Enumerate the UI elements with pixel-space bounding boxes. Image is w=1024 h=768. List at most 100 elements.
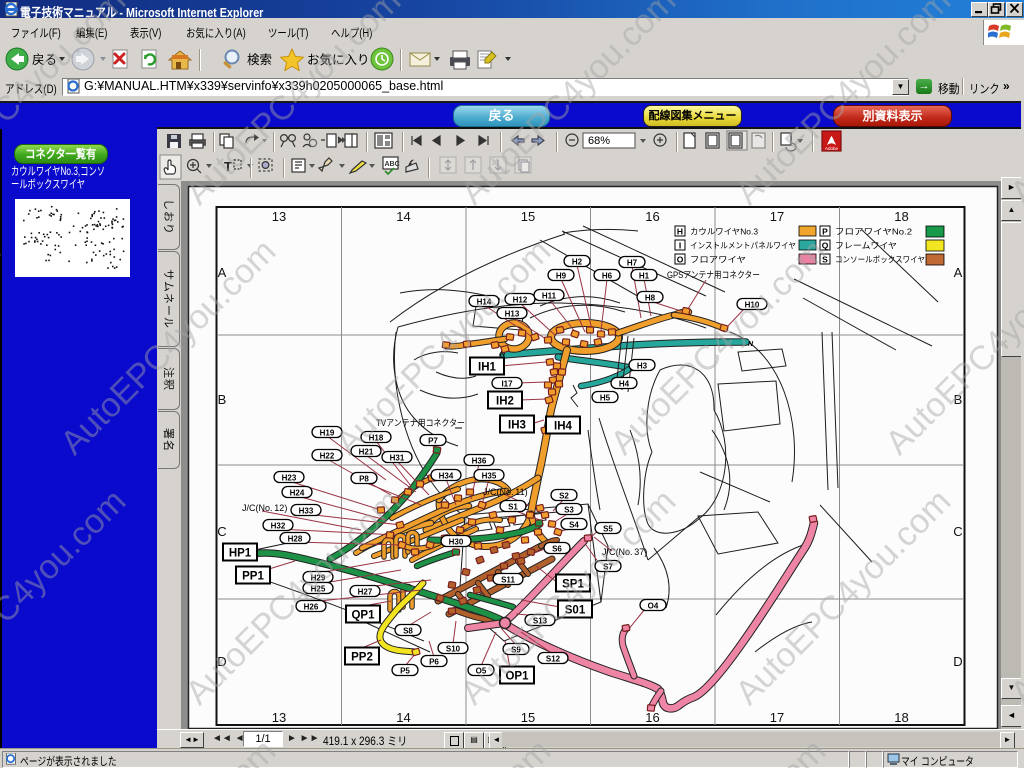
svg-text:GPSアンテナ用コネクター: GPSアンテナ用コネクター: [667, 270, 760, 280]
svg-text:H32: H32: [271, 522, 286, 531]
svg-text:H3: H3: [637, 362, 648, 371]
svg-text:HP1: HP1: [229, 548, 252, 560]
svg-text:P6: P6: [429, 658, 439, 667]
svg-text:PP2: PP2: [351, 652, 373, 664]
svg-text:S9: S9: [511, 646, 521, 655]
svg-text:IH2: IH2: [496, 396, 514, 408]
svg-text:J/C(No. 12): J/C(No. 12): [242, 503, 287, 513]
svg-text:H9: H9: [556, 272, 567, 281]
svg-text:H12: H12: [513, 296, 528, 305]
svg-text:S1: S1: [508, 503, 518, 512]
svg-text:P5: P5: [400, 667, 410, 676]
svg-text:H35: H35: [482, 472, 497, 481]
svg-text:P7: P7: [428, 437, 438, 446]
svg-text:17: 17: [770, 710, 784, 725]
svg-text:H33: H33: [299, 507, 314, 516]
svg-text:戻る: 戻る: [32, 53, 57, 67]
svg-text:15: 15: [521, 209, 535, 224]
svg-text:H7: H7: [627, 259, 638, 268]
svg-text:I: I: [679, 241, 681, 251]
svg-text:P8: P8: [359, 475, 369, 484]
svg-text:フロアワイヤ: フロアワイヤ: [690, 255, 746, 265]
svg-text:S8: S8: [403, 627, 413, 636]
svg-text:68%: 68%: [588, 135, 610, 147]
svg-text:H19: H19: [320, 429, 335, 438]
svg-text:H6: H6: [602, 272, 613, 281]
svg-text:T: T: [224, 159, 232, 174]
svg-text:IH4: IH4: [554, 421, 573, 433]
svg-text:S01: S01: [565, 605, 586, 617]
svg-text:S4: S4: [569, 521, 579, 530]
svg-text:H30: H30: [449, 538, 464, 547]
svg-text:S10: S10: [446, 645, 461, 654]
svg-text:O4: O4: [648, 602, 659, 611]
svg-text:14: 14: [396, 710, 410, 725]
svg-text:H18: H18: [369, 434, 384, 443]
svg-text:S7: S7: [603, 563, 613, 572]
svg-text:H4: H4: [619, 380, 630, 389]
svg-text:14: 14: [396, 209, 410, 224]
svg-text:フレームワイヤ: フレームワイヤ: [835, 241, 897, 251]
svg-text:S6: S6: [552, 545, 562, 554]
svg-text:A: A: [954, 265, 963, 280]
svg-text:18: 18: [894, 209, 908, 224]
svg-text:H14: H14: [477, 298, 492, 307]
svg-text:S5: S5: [603, 525, 613, 534]
svg-text:コンソールボックスワイヤ: コンソールボックスワイヤ: [835, 255, 925, 265]
svg-text:B: B: [218, 392, 227, 407]
svg-text:H27: H27: [358, 588, 373, 597]
svg-text:検索: 検索: [247, 53, 272, 67]
svg-text:S3: S3: [564, 506, 574, 515]
svg-text:H22: H22: [320, 452, 335, 461]
svg-text:PP1: PP1: [242, 571, 264, 583]
svg-text:O: O: [677, 255, 684, 265]
svg-text:B: B: [954, 392, 963, 407]
svg-text:D: D: [217, 654, 226, 669]
svg-text:お気に入り: お気に入り: [307, 52, 370, 67]
svg-text:ABC: ABC: [385, 161, 400, 168]
svg-text:H28: H28: [288, 535, 303, 544]
svg-text:16: 16: [645, 209, 659, 224]
svg-text:16: 16: [645, 710, 659, 725]
svg-text:P: P: [822, 227, 828, 237]
svg-text:H11: H11: [542, 292, 557, 301]
svg-text:H25: H25: [311, 585, 326, 594]
svg-text:D: D: [953, 654, 962, 669]
svg-text:13: 13: [272, 710, 286, 725]
svg-text:15: 15: [521, 710, 535, 725]
svg-text:H31: H31: [390, 454, 405, 463]
svg-text:I17: I17: [501, 380, 513, 389]
svg-text:IH1: IH1: [478, 362, 497, 374]
svg-text:SP1: SP1: [562, 579, 584, 591]
svg-text:H23: H23: [282, 474, 297, 483]
svg-text:S11: S11: [501, 576, 515, 585]
svg-text:H24: H24: [290, 489, 305, 498]
svg-text:J/C(No. 37): J/C(No. 37): [602, 547, 647, 557]
svg-text:Q: Q: [822, 241, 829, 251]
svg-text:H29: H29: [311, 574, 326, 583]
svg-text:H36: H36: [472, 457, 487, 466]
svg-text:H2: H2: [572, 258, 583, 267]
svg-text:H: H: [677, 227, 683, 237]
svg-text:18: 18: [894, 710, 908, 725]
svg-text:カウルワイヤNo.3: カウルワイヤNo.3: [690, 227, 758, 237]
svg-text:17: 17: [770, 209, 784, 224]
svg-text:H26: H26: [304, 603, 319, 612]
svg-text:A: A: [218, 265, 227, 280]
svg-text:TVアンテナ用コネクター: TVアンテナ用コネクター: [376, 418, 465, 428]
svg-text:Adobe: Adobe: [825, 146, 839, 151]
svg-text:IH3: IH3: [508, 420, 526, 432]
svg-text:H5: H5: [600, 394, 611, 403]
svg-text:インストルメントパネルワイヤ: インストルメントパネルワイヤ: [690, 241, 796, 251]
svg-text:C: C: [217, 524, 226, 539]
svg-text:フロアワイヤNo.2: フロアワイヤNo.2: [835, 227, 912, 237]
svg-text:H10: H10: [745, 301, 760, 310]
svg-text:H8: H8: [645, 294, 656, 303]
svg-text:H34: H34: [439, 472, 454, 481]
svg-text:S: S: [822, 255, 828, 265]
svg-text:OP1: OP1: [505, 671, 529, 683]
svg-text:J/C(No. 11): J/C(No. 11): [483, 487, 528, 497]
svg-text:H1: H1: [639, 272, 650, 281]
svg-text:13: 13: [272, 209, 286, 224]
svg-text:QP1: QP1: [351, 610, 375, 622]
